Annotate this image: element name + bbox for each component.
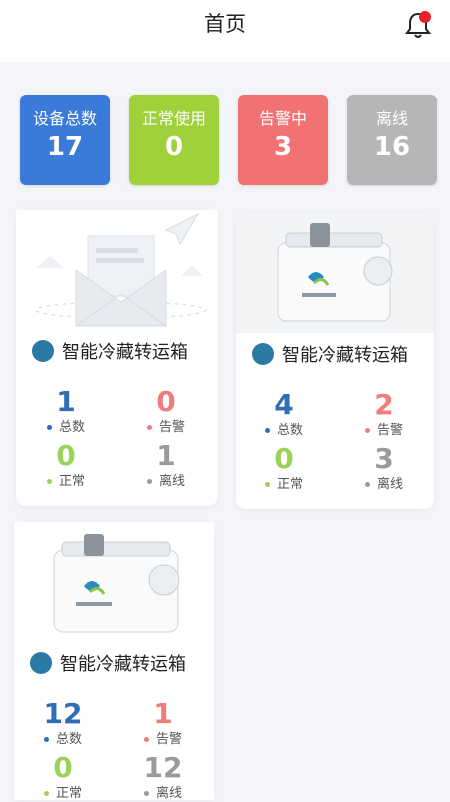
count-label: 离线 [155, 786, 182, 801]
count-label: 告警 [158, 420, 185, 435]
red-dot-icon [143, 737, 149, 742]
stat-total-devices[interactable]: 设备总数 17 [20, 95, 110, 185]
count-value: 2 [374, 388, 394, 421]
count-label: 离线 [158, 474, 185, 489]
count-value: 1 [153, 697, 173, 730]
page-title: 首页 [204, 12, 246, 36]
envelope-placeholder-image [16, 210, 218, 330]
device-name-row: 智能冷藏转运箱 [32, 336, 188, 366]
count-total: 1 总数 [31, 386, 101, 436]
notification-bell[interactable] [404, 10, 432, 40]
count-value: 0 [56, 439, 76, 472]
blue-dot-icon [46, 425, 52, 430]
stat-value: 0 [164, 132, 184, 162]
count-value: 1 [56, 385, 76, 418]
device-dot-icon [32, 340, 54, 362]
count-value: 1 [156, 439, 176, 472]
count-label: 告警 [155, 732, 182, 747]
count-offline: 1 离线 [131, 440, 201, 490]
blue-dot-icon [264, 428, 270, 433]
stat-label: 离线 [375, 109, 408, 128]
device-name: 智能冷藏转运箱 [60, 654, 186, 675]
device-dot-icon [30, 652, 52, 674]
stat-value: 17 [46, 132, 84, 162]
stat-value: 3 [273, 132, 293, 162]
device-name: 智能冷藏转运箱 [62, 342, 188, 363]
count-alarm: 1 告警 [128, 698, 198, 748]
count-label: 离线 [376, 477, 403, 492]
stat-label: 告警中 [258, 109, 307, 128]
count-alarm: 0 告警 [131, 386, 201, 436]
cold-box-device-image [14, 522, 214, 642]
stat-label: 设备总数 [32, 109, 97, 128]
stat-normal-use[interactable]: 正常使用 0 [129, 95, 219, 185]
count-label: 总数 [276, 423, 303, 438]
count-normal: 0 正常 [249, 443, 319, 493]
blue-dot-icon [43, 737, 49, 742]
grey-dot-icon [364, 482, 370, 487]
count-total: 4 总数 [249, 389, 319, 439]
count-value: 4 [274, 388, 294, 421]
count-total: 12 总数 [28, 698, 98, 748]
count-offline: 3 离线 [349, 443, 419, 493]
stat-label: 正常使用 [141, 109, 206, 128]
stat-offline[interactable]: 离线 16 [347, 95, 437, 185]
red-dot-icon [146, 425, 152, 430]
device-card[interactable]: 智能冷藏转运箱 1 总数 0 告警 0 正常 1 离线 [16, 210, 218, 506]
device-card[interactable]: 智能冷藏转运箱 12 总数 1 告警 0 正常 12 离线 [14, 522, 214, 802]
device-name: 智能冷藏转运箱 [282, 345, 408, 366]
count-value: 3 [374, 442, 394, 475]
count-alarm: 2 告警 [349, 389, 419, 439]
count-label: 正常 [58, 474, 85, 489]
device-name-row: 智能冷藏转运箱 [30, 648, 186, 678]
device-name-row: 智能冷藏转运箱 [252, 339, 408, 369]
device-dot-icon [252, 343, 274, 365]
cold-box-device-image [236, 213, 434, 333]
count-normal: 0 正常 [28, 752, 98, 802]
count-label: 告警 [376, 423, 403, 438]
stat-value: 16 [373, 132, 411, 162]
green-dot-icon [264, 482, 270, 487]
green-dot-icon [46, 479, 52, 484]
count-offline: 12 离线 [128, 752, 198, 802]
green-dot-icon [43, 791, 49, 796]
grey-dot-icon [146, 479, 152, 484]
count-label: 正常 [276, 477, 303, 492]
count-label: 总数 [55, 732, 82, 747]
count-label: 正常 [55, 786, 82, 801]
count-value: 0 [156, 385, 176, 418]
count-normal: 0 正常 [31, 440, 101, 490]
count-value: 12 [143, 751, 183, 784]
device-card[interactable]: 智能冷藏转运箱 4 总数 2 告警 0 正常 3 离线 [236, 213, 434, 509]
count-value: 0 [274, 442, 294, 475]
red-dot-icon [364, 428, 370, 433]
top-bar: 首页 [0, 0, 450, 62]
notification-badge-dot [419, 11, 431, 23]
grey-dot-icon [143, 791, 149, 796]
count-label: 总数 [58, 420, 85, 435]
count-value: 0 [53, 751, 73, 784]
stat-alarming[interactable]: 告警中 3 [238, 95, 328, 185]
count-value: 12 [43, 697, 83, 730]
